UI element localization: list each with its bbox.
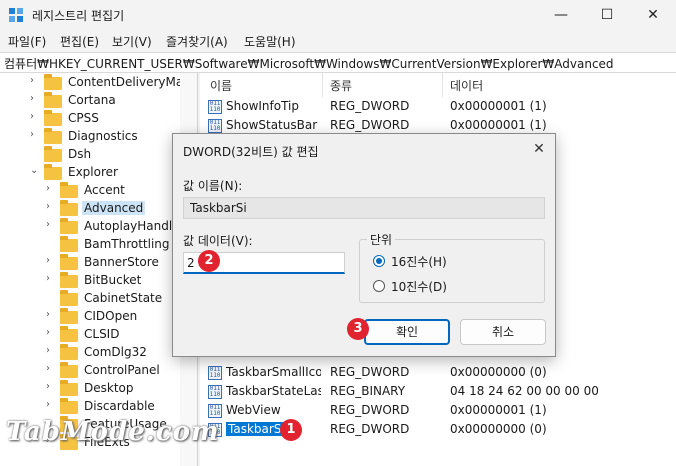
dword-value-icon: 011 110 <box>208 100 222 114</box>
close-button[interactable]: ✕ <box>630 0 676 30</box>
key-tree: › ContentDeliveryMana › Cortana › CPSS ›… <box>0 73 198 466</box>
menu-bar: 파일(F) 편집(E) 보기(V) 즐겨찾기(A) 도움말(H) <box>0 30 676 52</box>
chevron-right-icon[interactable]: › <box>46 399 56 410</box>
folder-icon <box>44 146 62 162</box>
list-item-selected[interactable]: 011 110 TaskbarSi REG_DWORD 0x00000000 (0… <box>200 421 676 440</box>
chevron-right-icon[interactable]: › <box>30 93 40 104</box>
column-header-data[interactable]: 데이터 <box>450 77 483 99</box>
step-marker-2: 2 <box>198 250 220 272</box>
menu-view[interactable]: 보기(V) <box>112 33 152 50</box>
folder-icon <box>60 272 78 288</box>
folder-icon <box>44 128 62 144</box>
folder-icon <box>60 344 78 360</box>
folder-icon <box>60 290 78 306</box>
folder-icon <box>60 254 78 270</box>
list-item[interactable]: 011110 TaskbarStateLas... REG_BINARY 04 … <box>200 383 676 402</box>
dword-value-icon: 011 110 <box>208 366 222 380</box>
chevron-right-icon[interactable]: › <box>30 75 40 86</box>
folder-icon <box>44 92 62 108</box>
cancel-button[interactable]: 취소 <box>460 319 546 345</box>
dword-value-icon: 011 110 <box>208 404 222 418</box>
step-marker-3: 3 <box>347 318 369 340</box>
watermark-logo: TabMode.com <box>6 417 220 447</box>
selected-value-name: TaskbarSi <box>226 422 287 436</box>
column-divider[interactable] <box>322 73 323 97</box>
folder-icon <box>60 200 78 216</box>
window-title: 레지스트리 편집기 <box>32 9 125 23</box>
menu-file[interactable]: 파일(F) <box>8 33 46 50</box>
chevron-right-icon[interactable]: › <box>30 111 40 122</box>
dword-value-icon: 011 110 <box>208 119 222 133</box>
minimize-button[interactable]: — <box>538 0 584 30</box>
column-header-name[interactable]: 이름 <box>210 77 232 99</box>
list-item[interactable]: 011 110 ShowInfoTip REG_DWORD 0x00000001 … <box>200 98 676 117</box>
chevron-right-icon[interactable]: › <box>46 327 56 338</box>
chevron-right-icon[interactable]: › <box>46 201 56 212</box>
dialog-close-button[interactable]: ✕ <box>527 138 551 160</box>
column-header-type[interactable]: 종류 <box>330 77 352 99</box>
title-bar: 레지스트리 편집기 — ☐ ✕ <box>0 0 676 30</box>
ok-button[interactable]: 확인 <box>364 319 450 345</box>
menu-edit[interactable]: 편집(E) <box>60 33 99 50</box>
column-divider[interactable] <box>442 73 443 97</box>
base-groupbox <box>359 239 545 303</box>
folder-icon <box>60 398 78 414</box>
folder-icon <box>60 182 78 198</box>
chevron-down-icon[interactable]: ⌄ <box>30 165 40 176</box>
binary-value-icon: 011 110 <box>208 385 222 399</box>
radio-hexadecimal[interactable] <box>373 255 385 267</box>
folder-icon <box>60 362 78 378</box>
folder-icon <box>60 326 78 342</box>
value-name-field: TaskbarSi <box>183 197 545 219</box>
chevron-right-icon[interactable]: › <box>46 381 56 392</box>
folder-icon <box>44 164 62 180</box>
folder-icon <box>60 218 78 234</box>
dialog-title: DWORD(32비트) 값 편집 <box>183 145 319 159</box>
folder-icon <box>44 74 62 90</box>
list-item[interactable]: 011110 TaskbarSmallIco... REG_DWORD 0x00… <box>200 364 676 383</box>
menu-help[interactable]: 도움말(H) <box>244 33 296 50</box>
folder-icon <box>60 308 78 324</box>
maximize-button[interactable]: ☐ <box>584 0 630 30</box>
radio-decimal[interactable] <box>373 280 385 292</box>
chevron-right-icon[interactable]: › <box>46 345 56 356</box>
chevron-right-icon[interactable]: › <box>46 183 56 194</box>
radio-hexadecimal-label[interactable]: 16진수(H) <box>391 253 447 270</box>
chevron-right-icon[interactable]: › <box>46 273 56 284</box>
folder-icon <box>44 110 62 126</box>
address-bar[interactable]: 컴퓨터₩HKEY_CURRENT_USER₩Software₩Microsoft… <box>0 52 676 73</box>
radio-decimal-label[interactable]: 10진수(D) <box>391 278 447 295</box>
chevron-right-icon[interactable]: › <box>46 255 56 266</box>
chevron-right-icon[interactable]: › <box>46 363 56 374</box>
address-path: 컴퓨터₩HKEY_CURRENT_USER₩Software₩Microsoft… <box>4 57 614 71</box>
registry-editor-icon <box>9 8 23 22</box>
value-data-label: 값 데이터(V): <box>183 234 253 248</box>
chevron-right-icon[interactable]: › <box>46 219 56 230</box>
base-label: 단위 <box>367 231 396 248</box>
chevron-right-icon[interactable]: › <box>46 309 56 320</box>
folder-icon <box>60 380 78 396</box>
menu-favorites[interactable]: 즐겨찾기(A) <box>166 33 228 50</box>
step-marker-1: 1 <box>280 419 302 441</box>
folder-icon <box>60 236 78 252</box>
chevron-right-icon[interactable]: › <box>30 129 40 140</box>
list-item[interactable]: 011 110 WebView REG_DWORD 0x00000001 (1) <box>200 402 676 421</box>
value-name-label: 값 이름(N): <box>183 179 243 193</box>
